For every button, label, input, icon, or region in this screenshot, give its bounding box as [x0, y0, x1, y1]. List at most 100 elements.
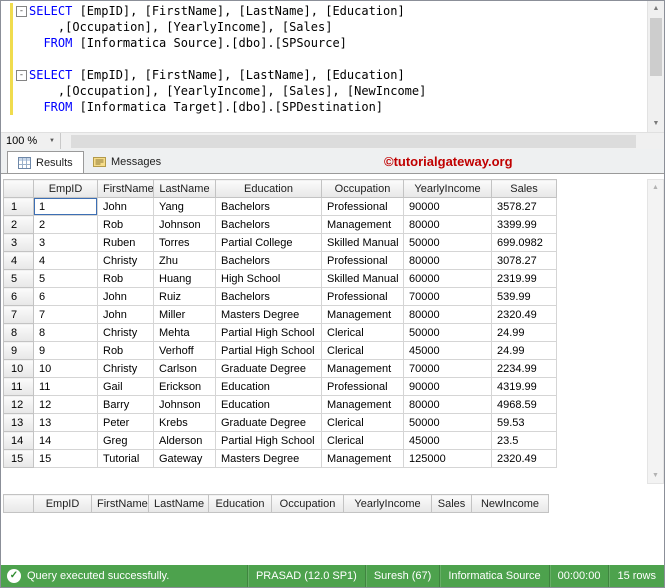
cell[interactable]: Mehta — [154, 324, 216, 342]
column-header[interactable]: FirstName — [92, 495, 149, 513]
cell[interactable]: 80000 — [404, 216, 492, 234]
cell[interactable]: High School — [216, 270, 322, 288]
cell[interactable]: 80000 — [404, 306, 492, 324]
column-header[interactable]: YearlyIncome — [404, 180, 492, 198]
row-header[interactable]: 2 — [4, 216, 34, 234]
row-header[interactable]: 8 — [4, 324, 34, 342]
cell[interactable]: Krebs — [154, 414, 216, 432]
column-header[interactable]: Education — [209, 495, 272, 513]
cell[interactable]: Erickson — [154, 378, 216, 396]
row-header[interactable]: 12 — [4, 396, 34, 414]
cell[interactable]: Ruben — [98, 234, 154, 252]
cell[interactable]: 14 — [34, 432, 98, 450]
row-header[interactable]: 1 — [4, 198, 34, 216]
column-header[interactable]: LastName — [149, 495, 209, 513]
cell[interactable]: 5 — [34, 270, 98, 288]
cell[interactable]: Ruiz — [154, 288, 216, 306]
cell[interactable]: Rob — [98, 342, 154, 360]
column-header[interactable]: Education — [216, 180, 322, 198]
cell[interactable]: 90000 — [404, 378, 492, 396]
cell[interactable]: Masters Degree — [216, 450, 322, 468]
cell[interactable]: 80000 — [404, 396, 492, 414]
cell[interactable]: Skilled Manual — [322, 270, 404, 288]
row-header[interactable]: 5 — [4, 270, 34, 288]
cell[interactable]: 70000 — [404, 360, 492, 378]
cell[interactable]: 15 — [34, 450, 98, 468]
cell[interactable]: Tutorial — [98, 450, 154, 468]
column-header[interactable]: FirstName — [98, 180, 154, 198]
cell[interactable]: Professional — [322, 288, 404, 306]
cell[interactable]: Education — [216, 378, 322, 396]
row-header[interactable]: 11 — [4, 378, 34, 396]
cell[interactable]: 3578.27 — [492, 198, 557, 216]
cell[interactable]: Christy — [98, 324, 154, 342]
cell[interactable]: Rob — [98, 216, 154, 234]
cell[interactable]: 70000 — [404, 288, 492, 306]
cell[interactable]: 1 — [34, 198, 98, 216]
editor-vertical-scrollbar[interactable]: ▲ ▼ — [647, 1, 664, 132]
column-header[interactable]: Occupation — [322, 180, 404, 198]
cell[interactable]: Bachelors — [216, 198, 322, 216]
cell[interactable]: Miller — [154, 306, 216, 324]
cell[interactable]: Verhoff — [154, 342, 216, 360]
cell[interactable]: 3 — [34, 234, 98, 252]
cell[interactable]: 80000 — [404, 252, 492, 270]
cell[interactable]: Management — [322, 216, 404, 234]
column-header[interactable]: EmpID — [34, 180, 98, 198]
cell[interactable]: Gail — [98, 378, 154, 396]
cell[interactable]: Torres — [154, 234, 216, 252]
cell[interactable]: 45000 — [404, 342, 492, 360]
cell[interactable]: Johnson — [154, 216, 216, 234]
cell[interactable]: 9 — [34, 342, 98, 360]
cell[interactable]: Rob — [98, 270, 154, 288]
cell[interactable]: 50000 — [404, 324, 492, 342]
row-header[interactable]: 6 — [4, 288, 34, 306]
cell[interactable]: 4 — [34, 252, 98, 270]
cell[interactable]: Professional — [322, 198, 404, 216]
row-header[interactable]: 4 — [4, 252, 34, 270]
cell[interactable]: John — [98, 306, 154, 324]
cell[interactable]: 3399.99 — [492, 216, 557, 234]
corner-cell[interactable] — [4, 495, 34, 513]
cell[interactable]: Professional — [322, 378, 404, 396]
cell[interactable]: 8 — [34, 324, 98, 342]
column-header[interactable]: YearlyIncome — [344, 495, 432, 513]
cell[interactable]: Clerical — [322, 342, 404, 360]
cell[interactable]: Christy — [98, 360, 154, 378]
cell[interactable]: Clerical — [322, 324, 404, 342]
corner-cell[interactable] — [4, 180, 34, 198]
cell[interactable]: John — [98, 198, 154, 216]
horizontal-scrollbar-thumb[interactable] — [71, 135, 636, 148]
cell[interactable]: Skilled Manual — [322, 234, 404, 252]
cell[interactable]: Bachelors — [216, 252, 322, 270]
column-header[interactable]: Occupation — [272, 495, 344, 513]
cell[interactable]: 7 — [34, 306, 98, 324]
cell[interactable]: 2 — [34, 216, 98, 234]
cell[interactable]: Management — [322, 306, 404, 324]
cell[interactable]: 539.99 — [492, 288, 557, 306]
row-header[interactable]: 9 — [4, 342, 34, 360]
cell[interactable]: Partial High School — [216, 324, 322, 342]
column-header[interactable]: EmpID — [34, 495, 92, 513]
row-header[interactable]: 15 — [4, 450, 34, 468]
scroll-up-icon[interactable]: ▲ — [648, 180, 663, 195]
cell[interactable]: 3078.27 — [492, 252, 557, 270]
cell[interactable]: 45000 — [404, 432, 492, 450]
grid-vertical-scrollbar[interactable]: ▲ ▼ — [647, 179, 664, 484]
cell[interactable]: Partial High School — [216, 432, 322, 450]
cell[interactable]: 4319.99 — [492, 378, 557, 396]
cell[interactable]: 24.99 — [492, 342, 557, 360]
cell[interactable]: Clerical — [322, 432, 404, 450]
cell[interactable]: Management — [322, 360, 404, 378]
cell[interactable]: Alderson — [154, 432, 216, 450]
zoom-selector[interactable]: 100 % ▼ — [1, 133, 61, 150]
cell[interactable]: Clerical — [322, 414, 404, 432]
cell[interactable]: Barry — [98, 396, 154, 414]
cell[interactable]: Gateway — [154, 450, 216, 468]
column-header[interactable]: LastName — [154, 180, 216, 198]
scroll-up-icon[interactable]: ▲ — [648, 1, 664, 17]
cell[interactable]: 2320.49 — [492, 306, 557, 324]
cell[interactable]: 24.99 — [492, 324, 557, 342]
cell[interactable]: Greg — [98, 432, 154, 450]
cell[interactable]: Zhu — [154, 252, 216, 270]
